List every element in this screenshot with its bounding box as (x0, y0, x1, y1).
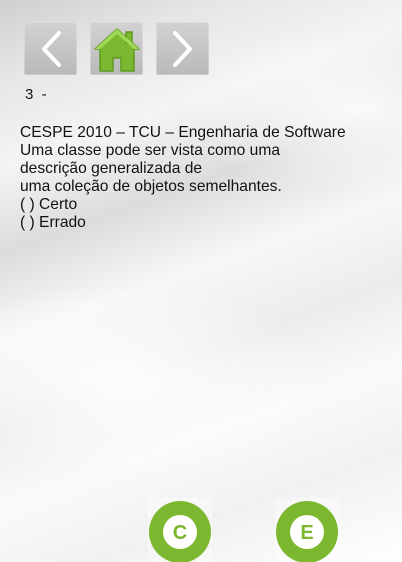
option-errado: ( ) Errado (20, 214, 86, 231)
question-line: descrição generalizada de (20, 160, 203, 177)
previous-button[interactable] (24, 22, 77, 75)
certo-circle-icon: C (149, 501, 211, 562)
errado-button[interactable]: E (275, 498, 339, 562)
certo-letter: C (173, 522, 187, 544)
errado-letter: E (300, 522, 313, 544)
chevron-left-icon (41, 30, 61, 67)
navigation-toolbar (24, 22, 209, 75)
option-certo: ( ) Certo (20, 196, 78, 213)
question-line: uma coleção de objetos semelhantes. (20, 178, 282, 195)
home-icon (93, 27, 140, 72)
chevron-right-icon (172, 30, 192, 67)
next-button[interactable] (156, 22, 209, 75)
question-line: Uma classe pode ser vista como uma (20, 142, 280, 159)
home-button[interactable] (90, 22, 143, 75)
question-line: CESPE 2010 – TCU – Engenharia de Softwar… (20, 124, 346, 141)
errado-circle-icon: E (276, 501, 338, 562)
certo-button[interactable]: C (148, 498, 212, 562)
question-counter: 3 - (25, 86, 47, 103)
question-text: CESPE 2010 – TCU – Engenharia de Softwar… (20, 124, 395, 232)
